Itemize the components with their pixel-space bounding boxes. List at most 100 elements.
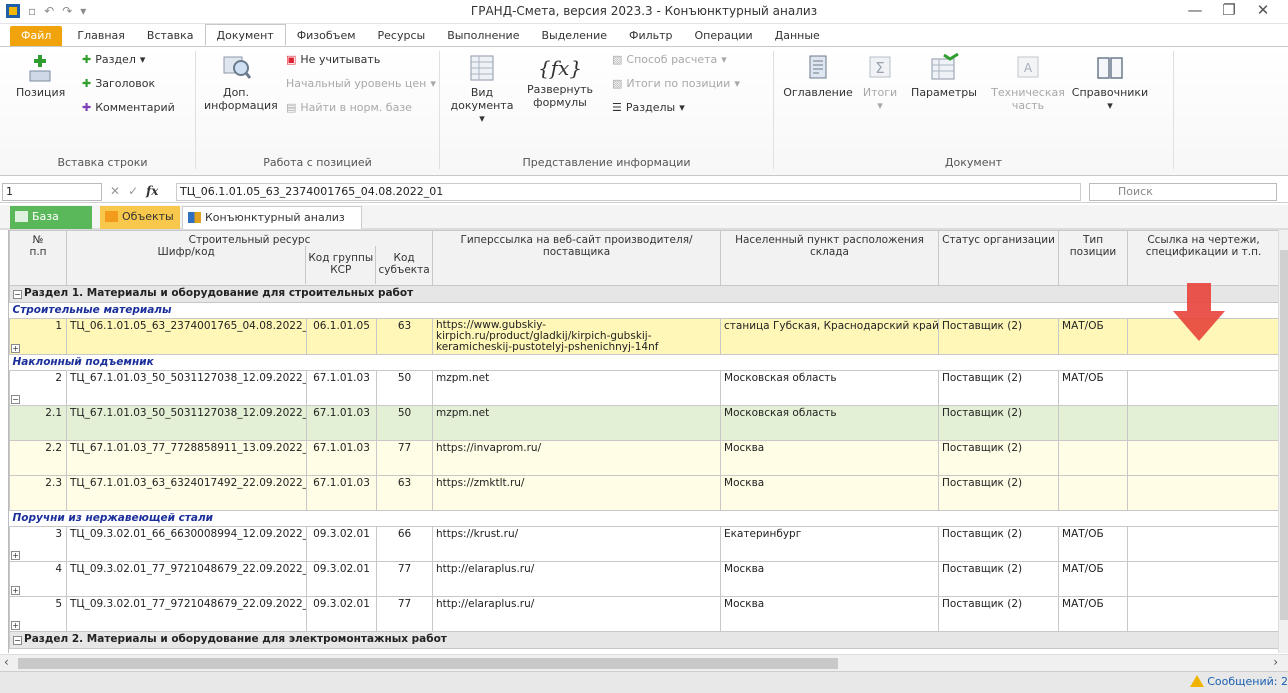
col-link[interactable]: Гиперссылка на веб-сайт производителя/по… (432, 230, 722, 286)
table-row[interactable]: 2.1 ТЦ_67.1.01.03_50_5031127038_12.09.20… (9, 405, 1278, 441)
minimize-button[interactable]: — (1178, 1, 1212, 19)
cell-drawings[interactable] (1127, 370, 1278, 406)
cell-drawings[interactable] (1127, 561, 1278, 597)
tab-insert[interactable]: Вставка (136, 26, 205, 46)
cell-link[interactable]: mzpm.net (432, 370, 722, 406)
horizontal-scrollbar[interactable]: ‹ › (0, 654, 1288, 671)
cell-link[interactable]: mzpm.net (432, 405, 722, 441)
cell-status[interactable]: Поставщик (2) (938, 440, 1060, 476)
toc-button[interactable]: Оглавление (782, 53, 854, 99)
totals-button[interactable]: Σ Итоги ▾ (858, 53, 902, 112)
cell-code[interactable]: ТЦ_67.1.01.03_50_5031127038_12.09.2022_0… (66, 370, 307, 406)
cell-status[interactable]: Поставщик (2) (938, 475, 1060, 511)
restore-button[interactable]: ❐ (1212, 1, 1246, 19)
tab-file[interactable]: Файл (10, 26, 63, 46)
cell-drawings[interactable] (1127, 440, 1278, 476)
cell-status[interactable]: Поставщик (2) (938, 561, 1060, 597)
cell-type[interactable]: МАТ/ОБ (1058, 370, 1129, 406)
cell-group-code[interactable]: 09.3.02.01 (306, 526, 377, 562)
table-row[interactable]: 2.3 ТЦ_67.1.01.03_63_6324017492_22.09.20… (9, 475, 1278, 511)
table-row[interactable]: 4 + ТЦ_09.3.02.01_77_9721048679_22.09.202… (9, 561, 1278, 597)
cell-drawings[interactable] (1127, 526, 1278, 562)
cell-subject-code[interactable]: 77 (375, 596, 434, 632)
cell-status[interactable]: Поставщик (2) (938, 596, 1060, 632)
refs-button[interactable]: Справочники ▾ (1068, 53, 1152, 112)
cell-status[interactable]: Поставщик (2) (938, 318, 1060, 355)
cell-status[interactable]: Поставщик (2) (938, 526, 1060, 562)
cell-code[interactable]: ТЦ_06.1.01.05_63_2374001765_04.08.2022_0… (66, 318, 307, 355)
cell-type[interactable]: МАТ/ОБ (1058, 526, 1129, 562)
tab-resources[interactable]: Ресурсы (367, 26, 437, 46)
scroll-left-icon[interactable]: ‹ (4, 655, 9, 669)
cell-subject-code[interactable]: 66 (375, 526, 434, 562)
messages-indicator[interactable]: Сообщений: 2 (1190, 675, 1288, 688)
formula-value-field[interactable]: ТЦ_06.1.01.05_63_2374001765_04.08.2022_0… (176, 183, 1081, 201)
doc-view-button[interactable]: Вид документа ▾ (448, 53, 516, 125)
cell-group-code[interactable]: 67.1.01.03 (306, 370, 377, 406)
cell-location[interactable]: Екатеринбург (720, 526, 940, 562)
cell-drawings[interactable] (1127, 405, 1278, 441)
table-row[interactable]: 5 + ТЦ_09.3.02.01_77_9721048679_22.09.202… (9, 596, 1278, 632)
cell-code[interactable]: ТЦ_67.1.01.03_77_7728858911_13.09.2022_0… (66, 440, 307, 476)
expand-icon[interactable]: + (11, 344, 20, 353)
cell-drawings[interactable] (1127, 596, 1278, 632)
cell-subject-code[interactable]: 63 (375, 475, 434, 511)
tab-document[interactable]: Документ (204, 24, 286, 46)
cell-subject-code[interactable]: 77 (375, 561, 434, 597)
cell-subject-code[interactable]: 50 (375, 370, 434, 406)
cell-location[interactable]: Московская область (720, 405, 940, 441)
expand-icon[interactable]: + (11, 551, 20, 560)
cell-code[interactable]: ТЦ_09.3.02.01_77_9721048679_22.09.2022_0… (66, 596, 307, 632)
cell-link[interactable]: https://invaprom.ru/ (432, 440, 722, 476)
cell-group-code[interactable]: 09.3.02.01 (306, 596, 377, 632)
cell-group-code[interactable]: 67.1.01.03 (306, 475, 377, 511)
collapse-icon[interactable]: − (11, 395, 20, 404)
col-group-code[interactable]: Код группы КСР (306, 246, 377, 284)
cell-group-code[interactable]: 09.3.02.01 (306, 561, 377, 597)
horizontal-scroll-thumb[interactable] (18, 658, 838, 669)
header-button[interactable]: ✚ Заголовок (82, 77, 155, 90)
table-row[interactable]: 2 − ТЦ_67.1.01.03_50_5031127038_12.09.202… (9, 370, 1278, 406)
cell-code[interactable]: ТЦ_67.1.01.03_50_5031127038_12.09.2022_0… (66, 405, 307, 441)
cell-link[interactable]: http://elaraplus.ru/ (432, 596, 722, 632)
cell-group-code[interactable]: 67.1.01.03 (306, 440, 377, 476)
pos-totals-dropdown[interactable]: ▧ Итоги по позиции ▾ (612, 77, 740, 90)
cell-subject-code[interactable]: 63 (375, 318, 434, 355)
fx-icon[interactable]: fx (146, 184, 158, 198)
cell-group-code[interactable]: 67.1.01.03 (306, 405, 377, 441)
cell-status[interactable]: Поставщик (2) (938, 370, 1060, 406)
expand-icon[interactable]: + (11, 621, 20, 630)
find-norm-button[interactable]: ▤ Найти в норм. базе (286, 101, 412, 114)
cell-reference-field[interactable]: 1 (2, 183, 102, 201)
cell-code[interactable]: ТЦ_09.3.02.01_77_9721048679_22.09.2022_0… (66, 561, 307, 597)
cell-location[interactable]: Москва (720, 440, 940, 476)
expand-formulas-button[interactable]: {fx} Развернуть формулы (524, 53, 596, 109)
col-drawings[interactable]: Ссылка на чертежи, спецификации и т.п. (1127, 230, 1278, 286)
vertical-scrollbar[interactable] (1278, 230, 1288, 653)
cell-type[interactable]: МАТ/ОБ (1058, 561, 1129, 597)
table-row[interactable]: 2.2 ТЦ_67.1.01.03_77_7728858911_13.09.20… (9, 440, 1278, 476)
cell-link[interactable]: https://www.gubskiy-kirpich.ru/product/g… (432, 318, 722, 355)
close-button[interactable]: ✕ (1246, 1, 1280, 19)
vertical-scroll-thumb[interactable] (1280, 250, 1288, 620)
cell-link[interactable]: https://zmktlt.ru/ (432, 475, 722, 511)
cell-type[interactable] (1058, 405, 1129, 441)
extra-info-button[interactable]: Доп. информация (204, 53, 278, 112)
table-row[interactable]: 1 + ТЦ_06.1.01.05_63_2374001765_04.08.202… (9, 318, 1278, 355)
cell-type[interactable]: МАТ/ОБ (1058, 596, 1129, 632)
start-level-dropdown[interactable]: Начальный уровень цен ▾ (286, 77, 436, 90)
cell-code[interactable]: ТЦ_67.1.01.03_63_6324017492_22.09.2022_0… (66, 475, 307, 511)
confirm-edit-icon[interactable]: ✓ (128, 184, 138, 198)
section-button[interactable]: ✚ Раздел ▾ (82, 53, 145, 66)
table-row[interactable]: 3 + ТЦ_09.3.02.01_66_6630008994_12.09.202… (9, 526, 1278, 562)
tab-filter[interactable]: Фильтр (618, 26, 684, 46)
ignore-button[interactable]: ▣ Не учитывать (286, 53, 380, 66)
tab-market-analysis[interactable]: Конъюнктурный анализ ✕ (182, 206, 362, 246)
sections-dropdown[interactable]: ☰ Разделы ▾ (612, 101, 685, 114)
tab-data[interactable]: Данные (764, 26, 831, 46)
cell-subject-code[interactable]: 77 (375, 440, 434, 476)
col-subject-code[interactable]: Код субъекта (376, 246, 431, 284)
tech-part-button[interactable]: A Техническая часть (990, 53, 1066, 112)
section-row[interactable]: − Раздел 2. Материалы и оборудование для … (9, 631, 1278, 649)
cell-location[interactable]: Москва (720, 475, 940, 511)
